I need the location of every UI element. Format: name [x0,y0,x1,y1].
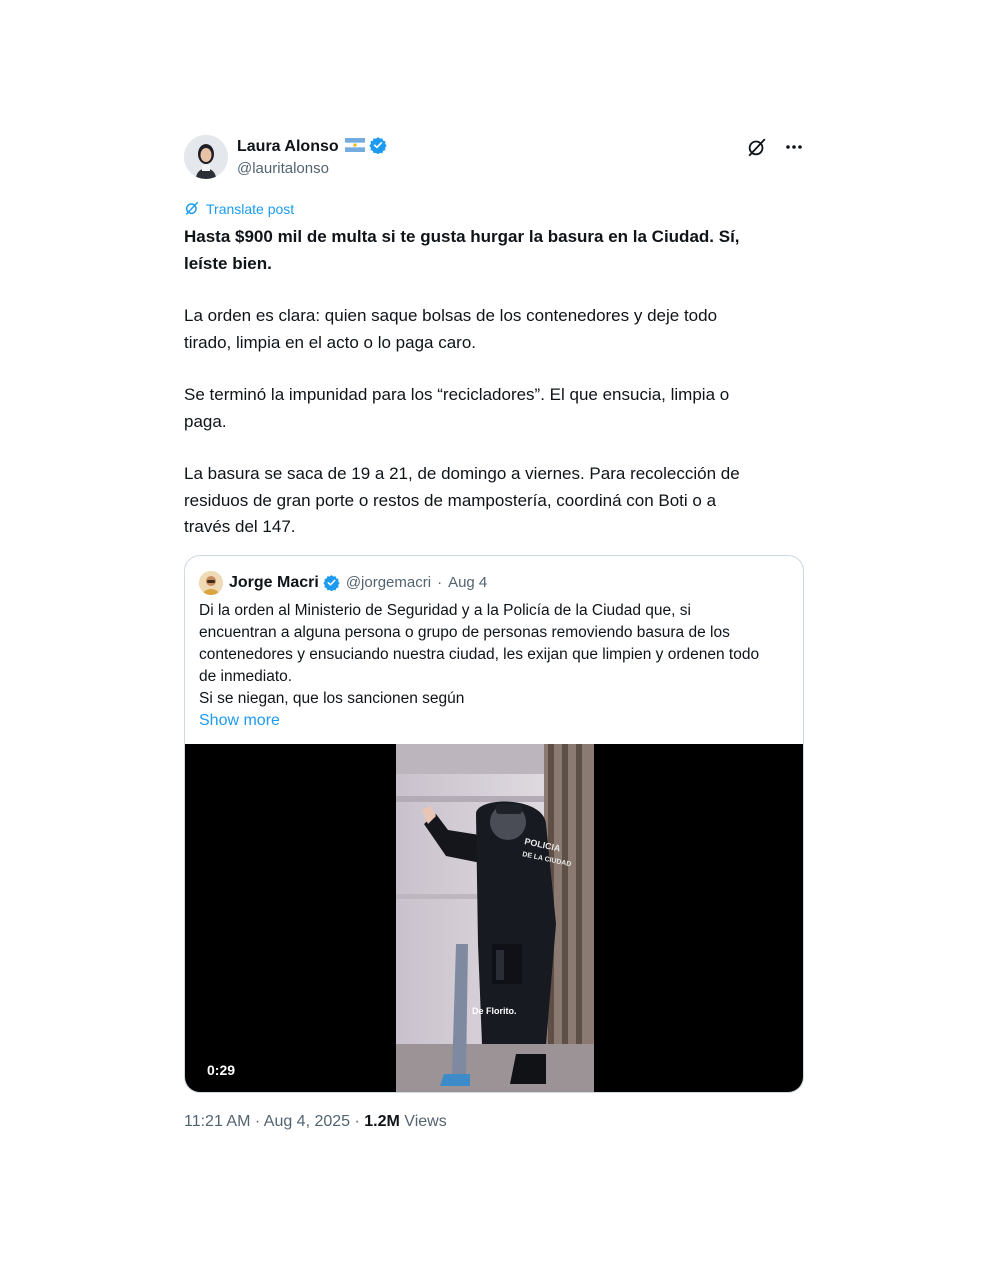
post-metadata: 11:21 AM · Aug 4, 2025 · 1.2M Views [184,1113,804,1131]
more-options-icon[interactable] [784,137,804,157]
tweet-header: Laura Alonso @lauritalonso [184,132,804,182]
post-line: La orden es clara: quien saque bolsas de… [184,306,718,325]
quote-line: contenedores y ensuciando nuestra ciudad… [199,645,760,663]
post-paragraph: La basura se saca de 19 a 21, de domingo… [184,461,804,541]
post-line: tirado, limpia en el acto o lo paga caro… [184,332,477,352]
post-line: La basura se saca de 19 a 21, de domingo… [184,464,740,483]
post-headline-line: Hasta $900 mil de multa si te gusta hurg… [184,227,740,246]
post-line: través del 147. [184,517,296,536]
quote-separator: · [437,574,443,591]
author-avatar[interactable] [184,135,228,179]
views-label: Views [399,1112,447,1130]
tweet: Laura Alonso @lauritalonso Translate pos… [184,132,804,1131]
display-name-row: Laura Alonso [237,136,387,158]
translate-icon [184,200,200,219]
quote-line: encuentran a alguna persona o grupo de p… [199,623,730,641]
post-line: paga. [184,411,227,431]
post-headline: Hasta $900 mil de multa si te gusta hurg… [184,224,804,277]
verified-badge-icon [369,136,387,159]
post-text: Hasta $900 mil de multa si te gusta hurg… [184,224,804,541]
video-player[interactable]: POLICIA DE LA CIUDAD De Florito. 0:29 [185,743,803,1092]
quote-line: Di la orden al Ministerio de Seguridad y… [199,601,691,619]
translate-label: Translate post [206,201,295,217]
author-names: Laura Alonso @lauritalonso [237,136,387,177]
quoted-post[interactable]: Jorge Macri @jorgemacri · Aug 4 Di la or… [184,554,804,1093]
quote-header: Jorge Macri @jorgemacri · Aug 4 [185,556,803,596]
quote-text: Di la orden al Ministerio de Seguridad y… [185,596,803,710]
post-date[interactable]: Aug 4, 2025 [264,1113,350,1130]
argentina-flag-icon [344,137,365,157]
author-handle[interactable]: @lauritalonso [237,160,387,177]
author-display-name[interactable]: Laura Alonso [237,138,339,156]
translate-post-link[interactable]: Translate post [184,200,804,218]
grok-icon[interactable] [746,136,768,158]
quote-author-avatar [199,570,223,595]
show-more-link[interactable]: Show more [185,710,803,744]
quote-line: Si se niegan, que los sancionen según [199,689,465,707]
quote-line: de inmediato. [199,667,293,685]
post-line: Se terminó la impunidad para los “recicl… [184,385,730,404]
header-actions [746,136,804,158]
quote-date: Aug 4 [448,574,488,591]
post-paragraph: La orden es clara: quien saque bolsas de… [184,303,804,356]
video-subtitle: De Florito. [472,1005,517,1016]
verified-badge-icon [323,574,340,591]
post-line: residuos de gran porte o restos de mampo… [184,490,717,510]
footer-separator: · [250,1112,264,1130]
video-duration: 0:29 [207,1061,236,1078]
views-count: 1.2M [364,1112,400,1130]
post-time[interactable]: 11:21 AM [184,1113,250,1130]
footer-separator: · [350,1112,365,1130]
post-paragraph: Se terminó la impunidad para los “recicl… [184,382,804,435]
quote-author-name: Jorge Macri [229,573,319,591]
post-headline-line: leíste bien. [184,253,272,273]
quote-author-handle: @jorgemacri [345,574,432,591]
video-frame: POLICIA DE LA CIUDAD [396,743,594,1092]
